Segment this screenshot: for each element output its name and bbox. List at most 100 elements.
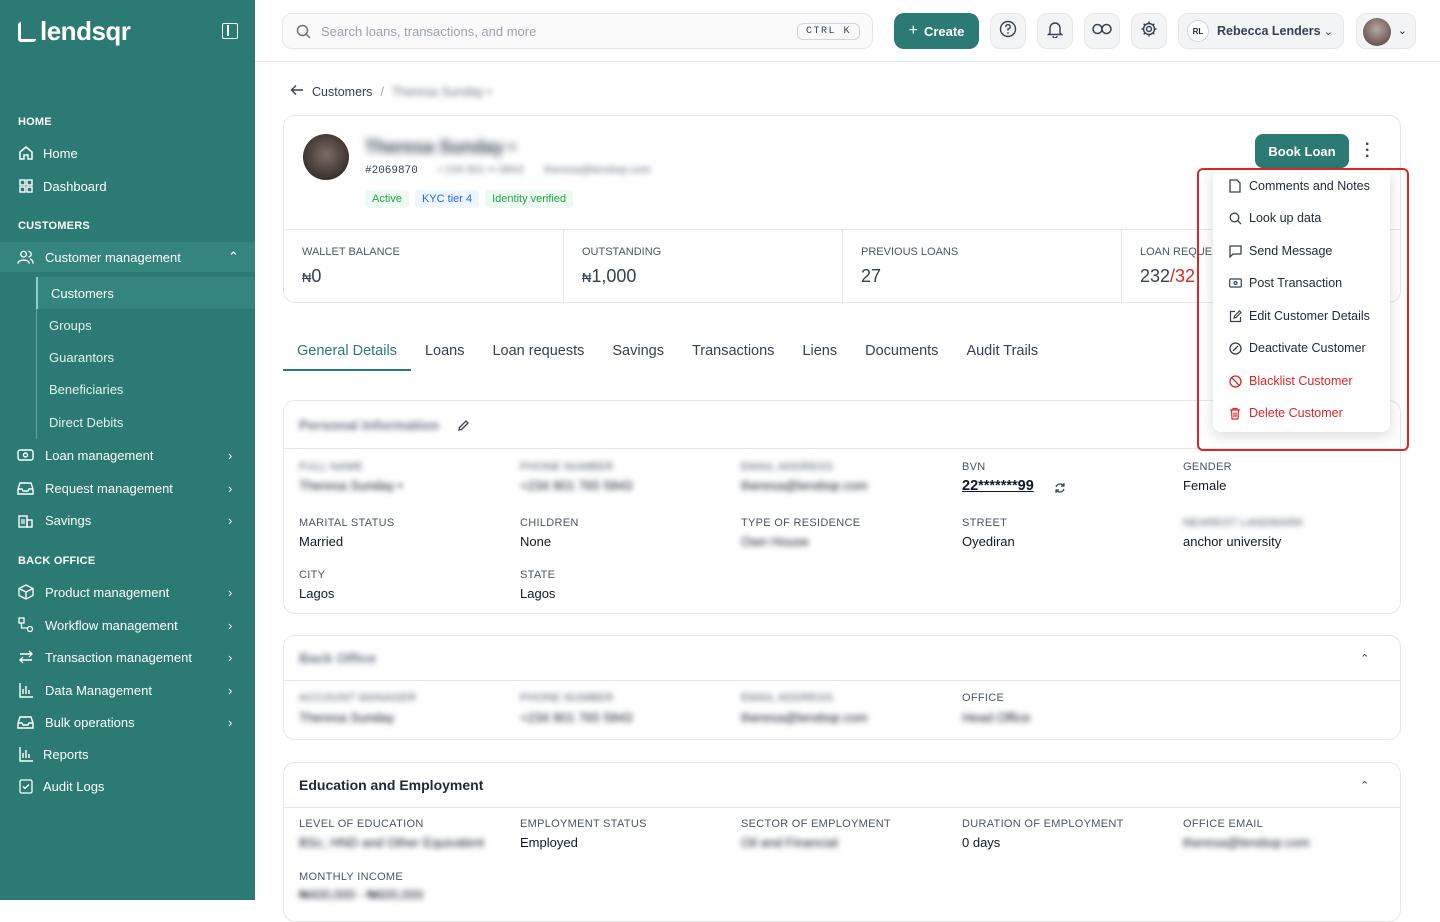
- customer-id: #2069870 • 234 901 •• 5843 theresa@lends…: [365, 164, 652, 177]
- dashboard-icon: [17, 178, 34, 195]
- workflow-icon: [17, 617, 34, 634]
- sidebar-item-customer-management[interactable]: Customer management ⌃: [0, 242, 255, 272]
- divider: [284, 807, 1400, 808]
- help-button[interactable]: [990, 13, 1026, 49]
- inbox-icon: [17, 480, 34, 497]
- tab-liens[interactable]: Liens: [788, 331, 851, 371]
- box-icon: [17, 584, 34, 601]
- search-icon: [296, 24, 311, 44]
- chevron-right-icon: ›: [228, 584, 233, 600]
- users-icon: [17, 249, 34, 266]
- sidebar-item-dashboard[interactable]: Dashboard: [0, 171, 255, 201]
- shortcut-badge: CTRL K: [796, 23, 860, 40]
- user-menu-button[interactable]: RL Rebecca Lenders ⌄: [1178, 13, 1344, 49]
- customer-email: theresa@lendsqr.com: [544, 164, 652, 176]
- sidebar-item-loan-management[interactable]: Loan management ›: [0, 440, 255, 470]
- tab-general-details[interactable]: General Details: [283, 331, 411, 371]
- tab-audit-trails[interactable]: Audit Trails: [952, 331, 1052, 371]
- settings-button[interactable]: [1131, 13, 1167, 49]
- bell-icon: [1046, 20, 1064, 43]
- sidebar-item-direct-debits[interactable]: Direct Debits: [36, 406, 255, 438]
- profile-tabs: General Details Loans Loan requests Savi…: [283, 331, 1052, 371]
- breadcrumb-separator: /: [380, 84, 384, 99]
- sidebar-item-transaction-management[interactable]: Transaction management ›: [0, 642, 255, 672]
- chevron-up-icon[interactable]: ⌃: [1360, 779, 1369, 792]
- education-employment-card: Education and Employment ⌃ LEVEL OF EDUC…: [283, 762, 1401, 922]
- status-badge-identity: Identity verified: [485, 190, 574, 208]
- notifications-button[interactable]: [1037, 13, 1073, 49]
- chevron-right-icon: ›: [228, 714, 233, 730]
- sidebar-item-customers[interactable]: Customers: [36, 277, 255, 309]
- book-loan-button[interactable]: Book Loan: [1255, 134, 1349, 168]
- status-badge-active: Active: [365, 190, 409, 208]
- more-options-icon[interactable]: · · ·: [1365, 137, 1370, 165]
- bar-chart-icon: [17, 746, 34, 763]
- chevron-right-icon: ›: [228, 682, 233, 698]
- plus-icon: +: [908, 22, 918, 39]
- chevron-right-icon: ›: [228, 447, 233, 463]
- chevron-up-icon[interactable]: ⌃: [1360, 652, 1369, 665]
- sidebar-item-bulk-operations[interactable]: Bulk operations ›: [0, 707, 255, 737]
- chevron-right-icon: ›: [228, 617, 233, 633]
- stat-wallet-balance: WALLET BALANCE ₦0: [284, 230, 564, 304]
- chevron-right-icon: ›: [228, 649, 233, 665]
- sidebar-item-savings[interactable]: Savings ›: [0, 505, 255, 535]
- avatar: [1363, 18, 1391, 46]
- search-input[interactable]: Search loans, transactions, and more CTR…: [282, 13, 873, 49]
- create-button[interactable]: + Create: [894, 13, 979, 49]
- collapse-sidebar-icon[interactable]: [222, 23, 238, 39]
- chevron-up-icon: ⌃: [228, 249, 239, 264]
- section-title: Personal Information: [299, 417, 440, 433]
- section-customers: CUSTOMERS: [18, 220, 90, 232]
- sidebar-item-request-management[interactable]: Request management ›: [0, 473, 255, 503]
- user-initials-avatar: RL: [1187, 20, 1209, 42]
- sidebar-item-reports[interactable]: Reports: [0, 739, 255, 769]
- breadcrumb: Customers / Theresa Sunday •: [290, 84, 492, 99]
- home-icon: [17, 145, 34, 162]
- tab-loan-requests[interactable]: Loan requests: [478, 331, 598, 371]
- sidebar-item-workflow-management[interactable]: Workflow management ›: [0, 610, 255, 640]
- sidebar-item-audit-logs[interactable]: Audit Logs: [0, 771, 255, 801]
- help-icon: [999, 20, 1017, 43]
- profile-avatar-button[interactable]: ⌄: [1356, 13, 1416, 49]
- chevron-down-icon: ⌄: [1323, 25, 1333, 38]
- tab-savings[interactable]: Savings: [598, 331, 678, 371]
- money-icon: [17, 447, 34, 464]
- clipboard-check-icon: [17, 778, 34, 795]
- bar-chart-icon: [17, 682, 34, 699]
- chevron-down-icon: ⌄: [1397, 25, 1407, 37]
- status-badges: Active KYC tier 4 Identity verified: [365, 190, 574, 208]
- link-button[interactable]: [1084, 13, 1120, 49]
- highlight-box: [1197, 168, 1409, 451]
- tab-documents[interactable]: Documents: [851, 331, 952, 371]
- customer-avatar: [303, 134, 349, 180]
- arrows-swap-icon: [17, 649, 34, 666]
- inbox-icon: [17, 714, 34, 731]
- back-arrow-icon[interactable]: [290, 84, 304, 99]
- link-icon: [1092, 22, 1112, 40]
- logo-mark-icon: [18, 21, 36, 42]
- sidebar-item-home[interactable]: Home: [0, 138, 255, 168]
- brand-logo[interactable]: lendsqr: [18, 16, 131, 47]
- breadcrumb-customers[interactable]: Customers: [312, 85, 372, 99]
- sidebar-item-product-management[interactable]: Product management ›: [0, 577, 255, 607]
- bvn-value: 22*******99: [962, 478, 1034, 494]
- sidebar-item-data-management[interactable]: Data Management ›: [0, 675, 255, 705]
- tab-transactions[interactable]: Transactions: [678, 331, 788, 371]
- sidebar: lendsqr HOME Home Dashboard CUSTOMERS Cu…: [0, 0, 255, 900]
- refresh-icon[interactable]: [1054, 481, 1066, 499]
- tab-loans[interactable]: Loans: [411, 331, 479, 371]
- status-badge-kyc: KYC tier 4: [414, 190, 480, 208]
- stat-previous-loans: PREVIOUS LOANS 27: [843, 230, 1122, 304]
- top-bar: Search loans, transactions, and more CTR…: [255, 0, 1440, 62]
- edit-pencil-icon[interactable]: [457, 419, 470, 437]
- bank-icon: [17, 512, 34, 529]
- sidebar-item-groups[interactable]: Groups: [36, 309, 255, 341]
- sidebar-item-guarantors[interactable]: Guarantors: [36, 341, 255, 373]
- customer-phone: • 234 901 •• 5843: [438, 164, 524, 176]
- sidebar-item-beneficiaries[interactable]: Beneficiaries: [36, 373, 255, 405]
- section-back-office: BACK OFFICE: [18, 555, 96, 567]
- section-title: Education and Employment: [299, 777, 484, 793]
- breadcrumb-current: Theresa Sunday •: [391, 84, 492, 99]
- back-office-card: Back Office ⌃ ACCOUNT MANAGER Theresa Su…: [283, 635, 1401, 740]
